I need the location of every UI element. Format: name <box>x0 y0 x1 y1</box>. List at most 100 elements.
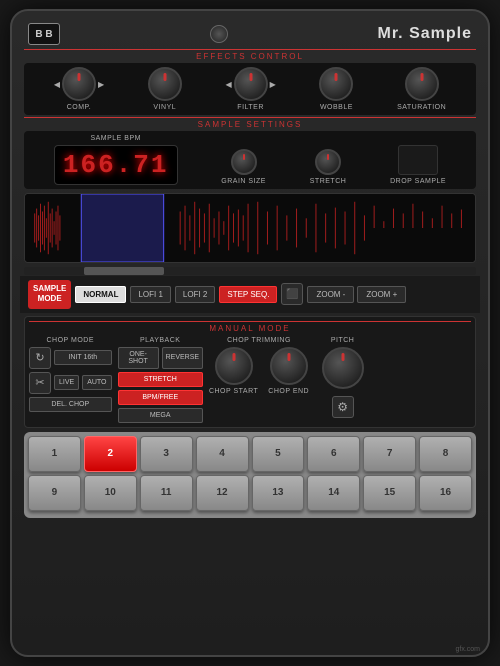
bpm-label: SAMPLE BPM <box>90 135 141 142</box>
comp-arrow-left[interactable]: ◀ <box>54 80 60 89</box>
chop-rotate-icon[interactable]: ↻ <box>29 347 51 369</box>
pad-10[interactable]: 10 <box>84 475 137 511</box>
pb-row4: MEGA <box>118 408 203 423</box>
scroll-thumb[interactable] <box>84 267 164 275</box>
drop-group: DROP SAMPLE <box>390 145 446 185</box>
trimming-col: CHOP TRIMMING CHOP START CHOP END <box>209 337 309 395</box>
filter-knob[interactable] <box>234 67 268 101</box>
pad-5[interactable]: 5 <box>252 436 305 472</box>
vinyl-group: VINYL <box>148 67 182 111</box>
wobble-knob[interactable] <box>319 67 353 101</box>
vinyl-label: VINYL <box>153 104 176 111</box>
pad-6[interactable]: 6 <box>307 436 360 472</box>
chop-end-label: CHOP END <box>268 388 309 395</box>
drop-sample-area[interactable] <box>398 145 438 175</box>
app-title: Mr. Sample <box>378 25 472 43</box>
zoom-buttons: ZOOM - ZOOM + <box>307 286 406 303</box>
reverse-btn[interactable]: REVERSE <box>162 347 203 369</box>
one-shot-btn[interactable]: ONE-SHOT <box>118 347 159 369</box>
brand-logo: B B <box>28 23 60 45</box>
grain-group: GRAIN SIZE <box>221 149 266 185</box>
pad-16[interactable]: 16 <box>419 475 472 511</box>
stretch-group: STRETCH <box>310 149 347 185</box>
pad-9[interactable]: 9 <box>28 475 81 511</box>
live-btn[interactable]: LIVE <box>54 375 79 390</box>
power-button[interactable] <box>210 25 228 43</box>
comp-arrow-right[interactable]: ▶ <box>98 80 104 89</box>
device-container: B B Mr. Sample EFFECTS CONTROL ◀ ▶ COMP.… <box>10 9 490 657</box>
pitch-knob[interactable] <box>322 347 364 389</box>
pad-4[interactable]: 4 <box>196 436 249 472</box>
waveform-display[interactable] <box>24 193 476 263</box>
pitch-col: PITCH ⚙ <box>315 337 370 418</box>
logo-text: B B <box>35 29 52 40</box>
mode-lofi2-btn[interactable]: LOFI 2 <box>175 286 215 303</box>
pb-row1: ONE-SHOT REVERSE <box>118 347 203 369</box>
pad-8[interactable]: 8 <box>419 436 472 472</box>
stretch-knob[interactable] <box>315 149 341 175</box>
mega-btn[interactable]: MEGA <box>118 408 203 423</box>
comp-knob[interactable] <box>62 67 96 101</box>
stretch-label: STRETCH <box>310 178 347 185</box>
pitch-header: PITCH <box>331 337 355 344</box>
wobble-label: WOBBLE <box>320 104 353 111</box>
chop-end-knob[interactable] <box>270 347 308 385</box>
bpm-free-btn[interactable]: BPM/FREE <box>118 390 203 405</box>
grain-label: GRAIN SIZE <box>221 178 266 185</box>
pad-1[interactable]: 1 <box>28 436 81 472</box>
vinyl-knob[interactable] <box>148 67 182 101</box>
mode-stepseq-btn[interactable]: STEP SEQ. <box>219 286 277 303</box>
init-16th-btn[interactable]: INIT 16th <box>54 350 112 365</box>
zoom-plus-btn[interactable]: ZOOM + <box>357 286 406 303</box>
manual-mode-section: MANUAL MODE CHOP MODE ↻ INIT 16th ✂ LIVE… <box>24 316 476 428</box>
pad-7[interactable]: 7 <box>363 436 416 472</box>
chop-start-label: CHOP START <box>209 388 258 395</box>
mode-row: SAMPLE MODE NORMAL LOFI 1 LOFI 2 STEP SE… <box>20 276 480 313</box>
gear-row: ⚙ <box>332 396 354 418</box>
pb-row3: BPM/FREE <box>118 390 203 405</box>
settings-gear-btn[interactable]: ⚙ <box>332 396 354 418</box>
zoom-minus-btn[interactable]: ZOOM - <box>307 286 354 303</box>
chop-start-knob[interactable] <box>215 347 253 385</box>
pad-15[interactable]: 15 <box>363 475 416 511</box>
del-chop-btn[interactable]: DEL. CHOP <box>29 397 112 412</box>
record-icon-btn[interactable]: ⬛ <box>281 283 303 305</box>
pads-section: 1 2 3 4 5 6 7 8 9 10 11 12 13 14 15 16 <box>24 432 476 518</box>
pad-13[interactable]: 13 <box>252 475 305 511</box>
chop-edit-icon[interactable]: ✂ <box>29 372 51 394</box>
mode-normal-btn[interactable]: NORMAL <box>75 286 126 303</box>
pad-14[interactable]: 14 <box>307 475 360 511</box>
chop-icons-row: ↻ INIT 16th <box>29 347 112 369</box>
manual-mode-label: MANUAL MODE <box>29 321 471 333</box>
saturation-label: SATURATION <box>397 104 446 111</box>
pad-row-1: 1 2 3 4 5 6 7 8 <box>28 436 472 472</box>
saturation-group: SATURATION <box>397 67 446 111</box>
trim-knobs: CHOP START CHOP END <box>209 347 309 395</box>
auto-btn[interactable]: AUTO <box>82 375 111 390</box>
live-auto-btns: LIVE AUTO <box>54 375 112 390</box>
pad-11[interactable]: 11 <box>140 475 193 511</box>
filter-arrow-right[interactable]: ▶ <box>270 80 276 89</box>
playback-col: PLAYBACK ONE-SHOT REVERSE STRETCH BPM/FR… <box>118 337 203 423</box>
pad-12[interactable]: 12 <box>196 475 249 511</box>
grain-knob[interactable] <box>231 149 257 175</box>
waveform-scrollbar[interactable] <box>24 267 476 275</box>
pad-3[interactable]: 3 <box>140 436 193 472</box>
drop-label: DROP SAMPLE <box>390 178 446 185</box>
filter-knob-area: ◀ ▶ <box>225 67 275 101</box>
bpm-display[interactable]: 166.71 <box>54 145 178 185</box>
stretch-btn[interactable]: STRETCH <box>118 372 203 387</box>
sample-mode-label: SAMPLE MODE <box>28 280 71 309</box>
pitch-knob-group <box>322 347 364 389</box>
effects-label: EFFECTS CONTROL <box>24 49 476 61</box>
chop-live-row: ✂ LIVE AUTO <box>29 372 112 394</box>
pad-2[interactable]: 2 <box>84 436 137 472</box>
chop-end-group: CHOP END <box>268 347 309 395</box>
filter-arrow-left[interactable]: ◀ <box>225 80 231 89</box>
comp-group: ◀ ▶ COMP. <box>54 67 104 111</box>
waveform-svg <box>25 194 475 262</box>
playback-header: PLAYBACK <box>118 337 203 344</box>
saturation-knob[interactable] <box>405 67 439 101</box>
mode-lofi1-btn[interactable]: LOFI 1 <box>130 286 170 303</box>
manual-mode-row: CHOP MODE ↻ INIT 16th ✂ LIVE AUTO DEL. C… <box>29 337 471 423</box>
